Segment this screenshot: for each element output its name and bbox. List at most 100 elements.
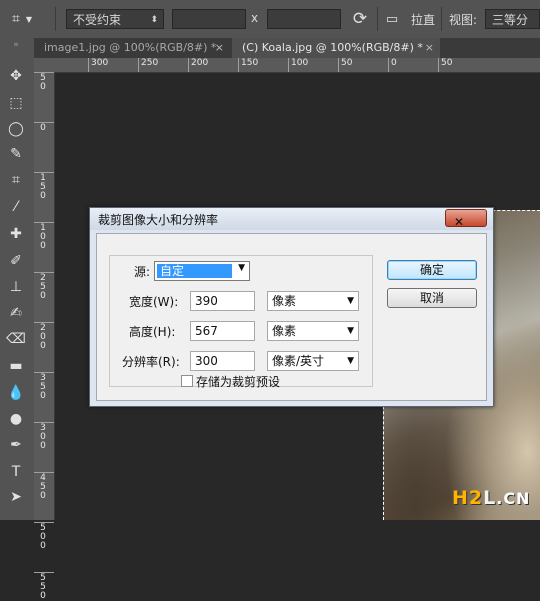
healing-brush-tool-icon[interactable]: ✚ — [4, 222, 28, 246]
width-label: 宽度(W): — [129, 295, 179, 309]
ruler-label: 5 — [40, 523, 46, 533]
resolution-input[interactable]: 300 — [190, 351, 255, 371]
ruler-label: 0 — [40, 241, 46, 251]
ruler-label: 0 — [391, 58, 397, 68]
ruler-tick — [338, 58, 339, 72]
save-preset-label[interactable]: 存储为裁剪预设 — [196, 373, 280, 390]
ruler-tick — [238, 58, 239, 72]
ruler-label: 0 — [40, 532, 46, 542]
panel-collapse-icon[interactable]: » — [4, 38, 28, 62]
close-icon[interactable]: × — [215, 38, 224, 58]
watermark-logo: H2L.CN — [452, 487, 531, 509]
height-input[interactable]: 567 — [190, 321, 255, 341]
crop-tool-icon[interactable]: ⌗ — [4, 168, 28, 192]
gradient-tool-icon[interactable]: ▬ — [4, 354, 28, 378]
ruler-label: 0 — [40, 541, 46, 551]
ruler-tick — [138, 58, 139, 72]
ruler-tick — [88, 58, 89, 72]
dropdown-arrow-icon: ▼ — [347, 326, 354, 336]
dialog-title-bar[interactable]: 裁剪图像大小和分辨率 ✕ — [90, 208, 493, 230]
ruler-tick — [34, 522, 54, 523]
settings-group: 源: 自定 ▼ 宽度(W): 390 像素 ▼ 高度(H): 567 像素 ▼ 分辨… — [109, 255, 373, 390]
straighten-label[interactable]: 拉直 — [411, 11, 435, 28]
height-field[interactable] — [267, 9, 341, 29]
ruler-label: 50 — [441, 58, 453, 68]
eyedropper-tool-icon[interactable]: ⁄ — [4, 195, 28, 219]
width-input[interactable]: 390 — [190, 291, 255, 311]
chevron-down-icon: ▼ — [25, 14, 33, 24]
vertical-ruler: 500150100250200350300450500550 — [34, 58, 55, 601]
resolution-unit-select[interactable]: 像素/英寸 ▼ — [267, 351, 359, 371]
crop-tool-preset-picker[interactable]: ⌗ ▼ — [2, 6, 42, 32]
ruler-label: 0 — [40, 391, 46, 401]
cancel-button[interactable]: 取消 — [387, 288, 477, 308]
path-selection-tool-icon[interactable]: ➤ — [4, 485, 28, 509]
dropdown-arrow-icon: ▼ — [347, 356, 354, 366]
close-icon[interactable]: × — [425, 38, 434, 58]
separator — [441, 7, 442, 31]
source-label: 源: — [134, 265, 151, 279]
save-preset-checkbox[interactable] — [181, 375, 193, 387]
move-tool-icon[interactable]: ✥ — [4, 64, 28, 88]
separator — [55, 7, 56, 31]
tools-panel: » ✥ ⬚ ◯ ✎ ⌗ ⁄ ✚ ✐ ⊥ ✍ ⌫ ▬ 💧 ● ✒ T ➤ — [0, 38, 35, 520]
resolution-label: 分辨率(R): — [122, 355, 180, 369]
ok-button[interactable]: 确定 — [387, 260, 477, 280]
dropdown-arrow-icon: ▼ — [347, 296, 354, 306]
tab-koala[interactable]: (C) Koala.jpg @ 100%(RGB/8#) * × — [232, 38, 440, 58]
blur-tool-icon[interactable]: 💧 — [4, 381, 28, 405]
crop-image-size-dialog: 裁剪图像大小和分辨率 ✕ 源: 自定 ▼ 宽度(W): 390 像素 ▼ 高度(H… — [89, 207, 494, 407]
ruler-label: 0 — [40, 591, 46, 601]
options-bar: ⌗ ▼ 不受约束 ⬍ x ⟳ ▭ 拉直 视图: 三等分 — [0, 0, 540, 39]
marquee-tool-icon[interactable]: ⬚ — [4, 91, 28, 115]
ruler-label: 250 — [141, 58, 159, 68]
close-button[interactable]: ✕ — [445, 209, 487, 229]
clone-stamp-tool-icon[interactable]: ⊥ — [4, 275, 28, 299]
width-field[interactable] — [172, 9, 246, 29]
straighten-icon[interactable]: ▭ — [383, 6, 401, 32]
pen-tool-icon[interactable]: ✒ — [4, 433, 28, 457]
quick-selection-tool-icon[interactable]: ✎ — [4, 142, 28, 166]
dodge-tool-icon[interactable]: ● — [4, 407, 28, 431]
ruler-label: 0 — [40, 291, 46, 301]
ruler-label: 0 — [40, 82, 46, 92]
ruler-label: 50 — [341, 58, 353, 68]
up-down-arrows-icon: ⬍ — [150, 15, 158, 25]
ruler-tick — [288, 58, 289, 72]
view-label: 视图: — [449, 13, 478, 27]
ruler-label: 0 — [40, 441, 46, 451]
height-label: 高度(H): — [129, 325, 176, 339]
ruler-label: 0 — [40, 341, 46, 351]
close-icon: ✕ — [454, 215, 465, 229]
x-separator: x — [251, 11, 259, 25]
lasso-tool-icon[interactable]: ◯ — [4, 117, 28, 141]
dropdown-arrow-icon: ▼ — [238, 263, 245, 273]
separator — [377, 7, 378, 31]
type-tool-icon[interactable]: T — [4, 460, 28, 484]
ruler-label: 0 — [40, 123, 46, 133]
eraser-tool-icon[interactable]: ⌫ — [4, 327, 28, 351]
document-tabs: image1.jpg @ 100%(RGB/8#) * × (C) Koala.… — [34, 38, 540, 58]
ruler-tick — [188, 58, 189, 72]
ruler-label: 5 — [40, 582, 46, 592]
ruler-label: 0 — [40, 491, 46, 501]
swap-rotate-icon[interactable]: ⟳ — [349, 6, 371, 32]
ruler-label: 200 — [191, 58, 209, 68]
ruler-tick — [34, 572, 54, 573]
ruler-label: 300 — [91, 58, 109, 68]
crop-icon: ⌗ — [11, 11, 20, 27]
ruler-label: 100 — [291, 58, 309, 68]
ruler-tick — [388, 58, 389, 72]
height-unit-select[interactable]: 像素 ▼ — [267, 321, 359, 341]
tab-image1[interactable]: image1.jpg @ 100%(RGB/8#) * × — [34, 38, 230, 58]
history-brush-tool-icon[interactable]: ✍ — [4, 301, 28, 325]
brush-tool-icon[interactable]: ✐ — [4, 249, 28, 273]
ratio-select[interactable]: 不受约束 ⬍ — [66, 9, 164, 29]
view-select[interactable]: 三等分 — [485, 9, 540, 29]
ruler-label: 150 — [241, 58, 259, 68]
width-unit-select[interactable]: 像素 ▼ — [267, 291, 359, 311]
dialog-body: 源: 自定 ▼ 宽度(W): 390 像素 ▼ 高度(H): 567 像素 ▼ 分辨… — [96, 233, 487, 401]
ruler-label: 5 — [40, 573, 46, 583]
source-select[interactable]: 自定 ▼ — [154, 261, 250, 281]
dialog-title: 裁剪图像大小和分辨率 — [98, 213, 219, 227]
